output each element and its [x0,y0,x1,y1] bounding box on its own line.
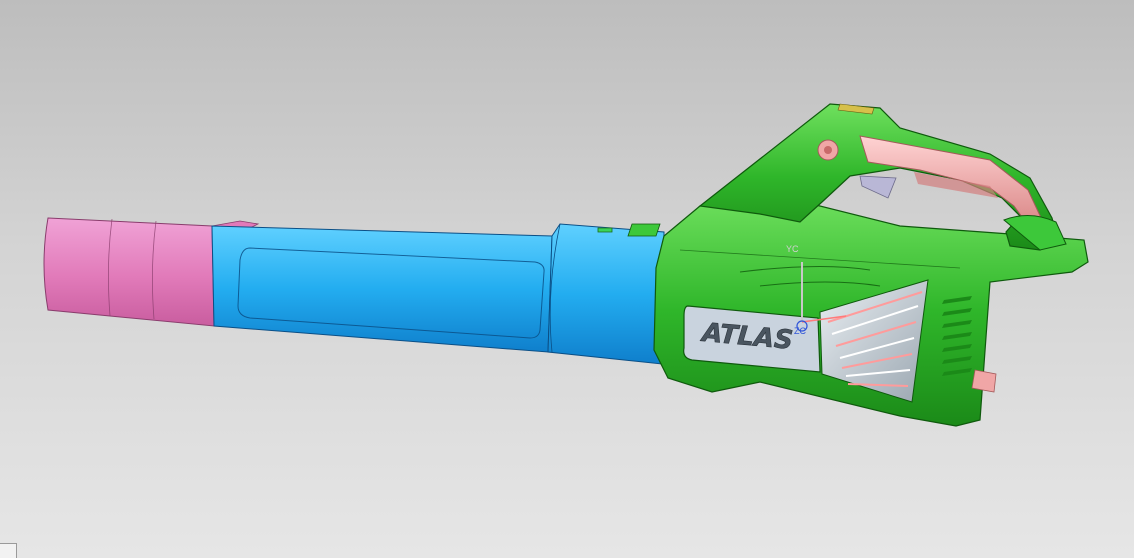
view-corner-icon[interactable] [0,543,17,558]
cad-viewport[interactable]: ATLAS YC ZC [0,0,1134,558]
blower-tube[interactable] [211,223,665,365]
axis-y-label: YC [786,244,799,254]
axis-z-label: ZC [794,326,806,336]
model-scene[interactable]: ATLAS YC ZC [0,0,1134,558]
trigger[interactable] [859,175,897,199]
